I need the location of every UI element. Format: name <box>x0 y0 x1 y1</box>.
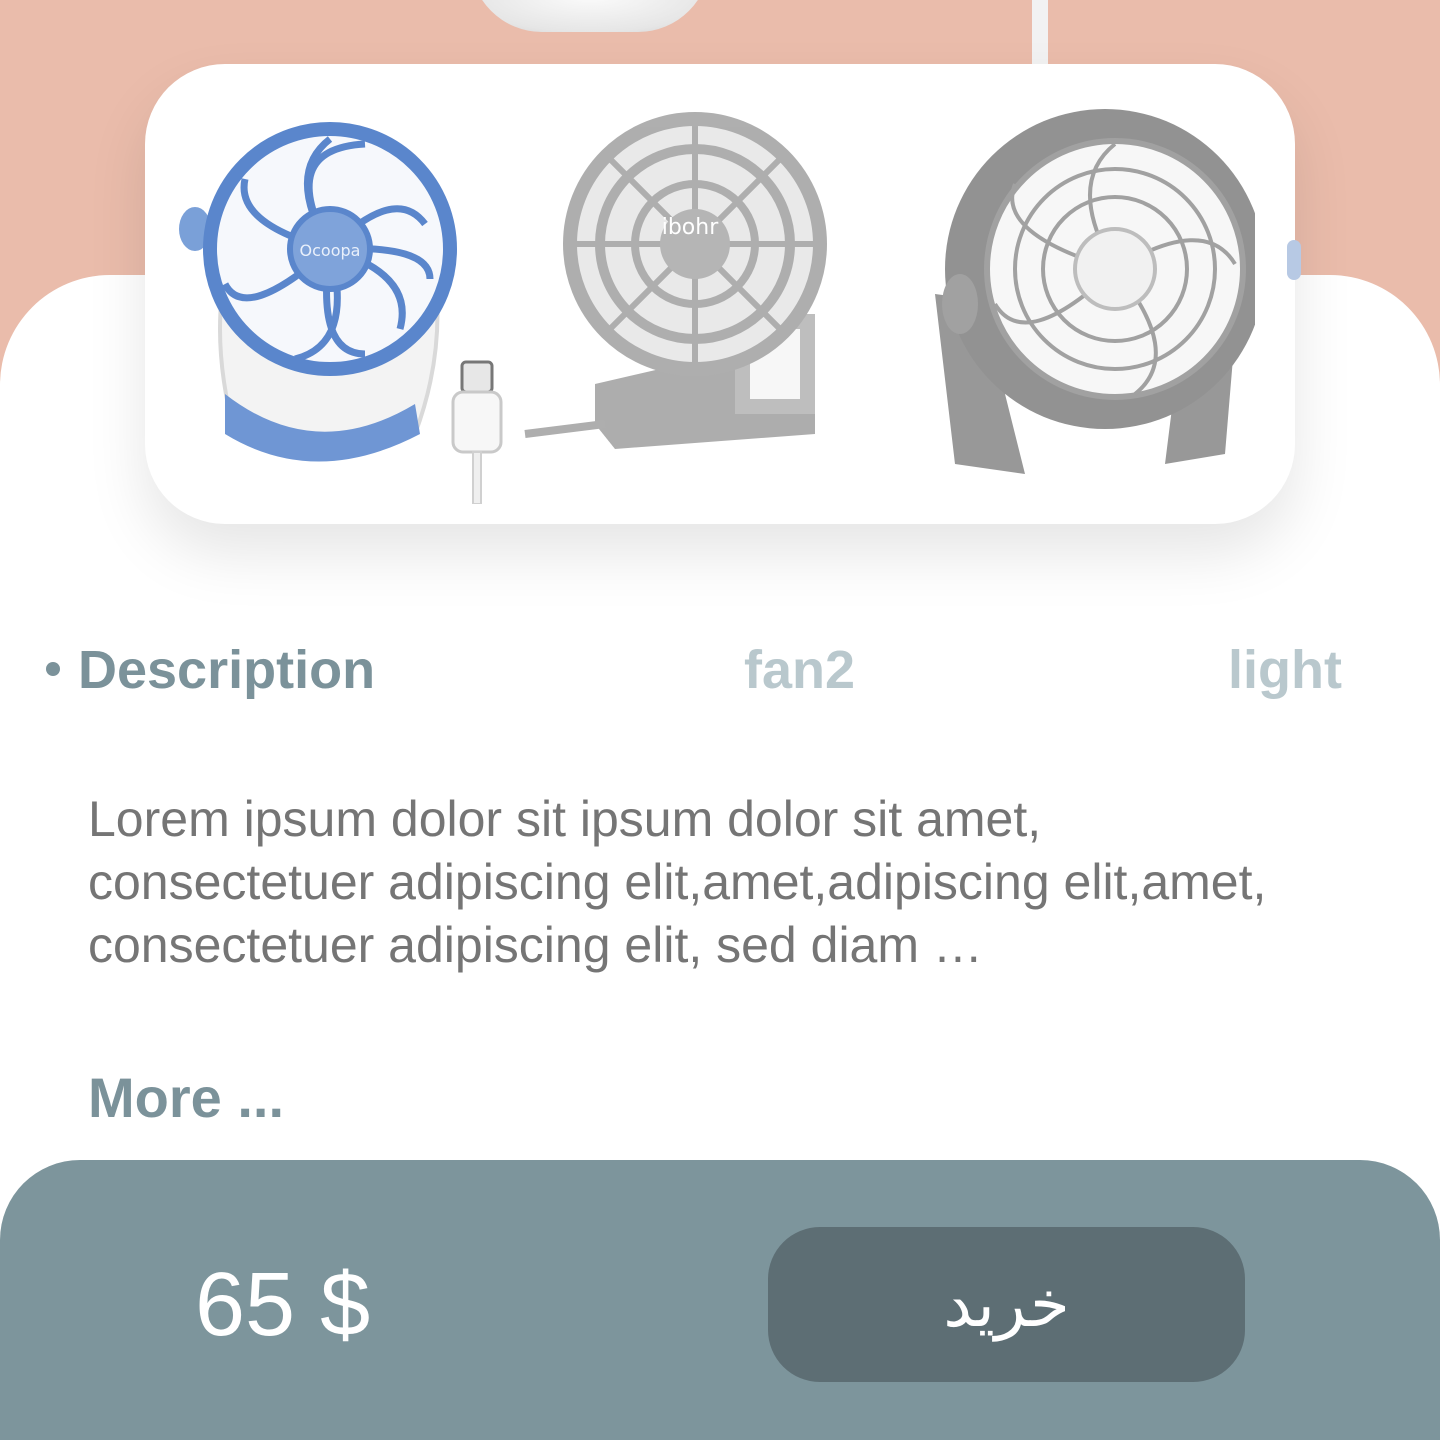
air-circulator-fan-icon <box>935 109 1255 474</box>
gallery-item-ocoopa-fan[interactable]: Ocoopa <box>165 104 505 504</box>
blue-fan-icon: Ocoopa <box>179 122 503 504</box>
buy-button[interactable]: خرید <box>768 1227 1245 1382</box>
product-tabs: Description fan2 light <box>0 630 1440 710</box>
more-link[interactable]: More ... <box>88 1062 284 1134</box>
svg-text:ibohr: ibohr <box>662 215 719 240</box>
tab-fan2[interactable]: fan2 <box>744 630 855 710</box>
tab-light[interactable]: light <box>1228 630 1342 710</box>
gallery-item-honeywell-fan[interactable] <box>915 104 1255 494</box>
product-stand <box>1032 0 1048 70</box>
grey-desk-fan-icon: ibohr <box>524 112 827 449</box>
product-description: Lorem ipsum dolor sit ipsum dolor sit am… <box>88 791 1267 973</box>
active-tab-indicator <box>46 662 60 676</box>
buy-button-label: خرید <box>943 1267 1070 1342</box>
svg-text:Ocoopa: Ocoopa <box>300 241 361 260</box>
product-image-top <box>470 0 710 32</box>
price-label: 65 $ <box>195 1255 371 1355</box>
next-item-peek <box>1287 240 1301 280</box>
tab-description[interactable]: Description <box>78 630 375 710</box>
gallery-item-ibohr-fan[interactable]: ibohr <box>515 104 865 484</box>
product-gallery: Ocoopa ibohr <box>145 64 1295 524</box>
